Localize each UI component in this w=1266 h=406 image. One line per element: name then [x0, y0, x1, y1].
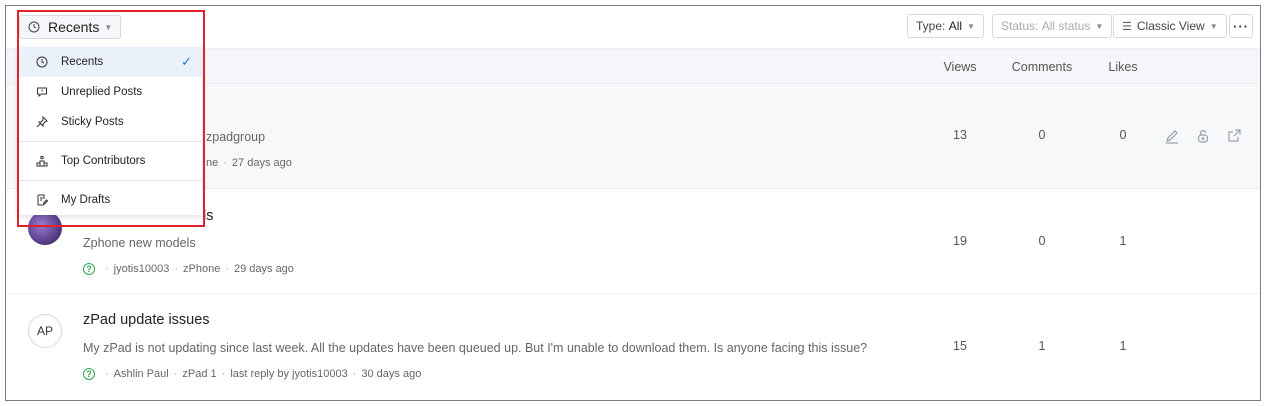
post-time: 27 days ago [231, 157, 292, 169]
meta-separator: · [105, 368, 109, 380]
checkmark-icon: ✓ [181, 54, 192, 69]
post-author[interactable]: Ashlin Paul [114, 368, 169, 380]
lock-icon[interactable] [1195, 128, 1211, 144]
post-time: 29 days ago [233, 263, 294, 275]
post-group[interactable]: zPhone [183, 263, 220, 275]
menu-item-label: Recents [61, 56, 104, 68]
post-meta: ne · 27 days ago [206, 157, 292, 169]
chevron-down-icon: ▼ [104, 22, 113, 32]
view-dropdown-menu: Recents ✓ Unreplied Posts Sticky Posts T… [18, 47, 202, 215]
question-icon: ? [83, 263, 95, 275]
row-actions [1164, 128, 1242, 144]
more-options-button[interactable]: ··· [1229, 14, 1253, 38]
post-meta-partial: ne [206, 157, 219, 169]
menu-item-label: Top Contributors [61, 155, 146, 167]
likes-count: 1 [1119, 234, 1127, 248]
menu-item-label: My Drafts [61, 194, 111, 206]
chevron-down-icon: ▼ [967, 21, 975, 31]
menu-item-unreplied-posts[interactable]: Unreplied Posts [18, 77, 202, 107]
question-icon: ? [83, 368, 95, 380]
meta-separator: · [221, 368, 226, 380]
clock-icon [28, 21, 40, 33]
avatar: AP [28, 314, 62, 348]
comments-count: 0 [1038, 128, 1046, 142]
post-title[interactable]: zPad update issues [83, 312, 210, 328]
meta-separator: · [173, 368, 178, 380]
status-filter-button[interactable]: Status: All status ▼ [992, 14, 1113, 38]
meta-separator: · [352, 368, 357, 380]
chevron-down-icon: ▼ [1209, 21, 1218, 31]
likes-count: 0 [1119, 128, 1127, 142]
likes-column-header[interactable]: Likes [1083, 60, 1163, 74]
type-filter-prefix: Type: [916, 19, 946, 33]
menu-item-my-drafts[interactable]: My Drafts [18, 185, 202, 215]
post-title[interactable]: ls [203, 208, 213, 224]
forum-panel: Type: All ▼ Status: All status ▼ ☰ Class… [5, 5, 1261, 401]
views-count: 15 [953, 339, 967, 353]
draft-icon [35, 193, 49, 207]
type-filter-button[interactable]: Type: All ▼ [907, 14, 984, 38]
type-filter-value: All [948, 19, 963, 33]
views-count: 13 [953, 128, 967, 142]
status-filter-value: All status [1041, 19, 1091, 33]
comments-count: 0 [1038, 234, 1046, 248]
post-row[interactable]: AP zPad update issues My zPad is not upd… [6, 294, 1260, 400]
edit-icon[interactable] [1164, 128, 1180, 144]
open-external-icon[interactable] [1226, 128, 1242, 144]
chat-icon [35, 85, 49, 99]
meta-separator: · [225, 263, 229, 275]
view-selector-label: Recents [48, 19, 100, 35]
post-meta: ? · jyotis10003 · zPhone · 29 days ago [83, 263, 294, 275]
menu-item-label: Sticky Posts [61, 116, 124, 128]
menu-item-sticky-posts[interactable]: Sticky Posts [18, 107, 202, 137]
avatar [28, 211, 62, 245]
views-column-header[interactable]: Views [920, 60, 1000, 74]
view-mode-label: Classic View [1136, 19, 1205, 33]
chevron-down-icon: ▼ [1095, 21, 1104, 31]
post-meta: ? · Ashlin Paul · zPad 1 · last reply by… [83, 368, 421, 380]
post-time: 30 days ago [361, 368, 422, 380]
post-description: Zphone new models [83, 236, 196, 250]
menu-divider [18, 180, 202, 181]
clock-icon [35, 55, 49, 69]
toolbar: Type: All ▼ Status: All status ▼ ☰ Class… [6, 6, 1260, 48]
post-group[interactable]: zPad 1 [182, 368, 216, 380]
post-description: zpadgroup [206, 130, 266, 144]
meta-separator: · [174, 263, 178, 275]
post-last-reply[interactable]: last reply by jyotis10003 [230, 368, 347, 380]
podium-icon [35, 154, 49, 168]
view-mode-button[interactable]: ☰ Classic View ▼ [1113, 14, 1227, 38]
pin-icon [35, 115, 49, 129]
menu-item-top-contributors[interactable]: Top Contributors [18, 146, 202, 176]
comments-count: 1 [1038, 339, 1046, 353]
status-filter-prefix: Status: [1001, 19, 1039, 33]
likes-count: 1 [1119, 339, 1127, 353]
comments-column-header[interactable]: Comments [1002, 60, 1082, 74]
meta-separator: · [105, 263, 109, 275]
post-author[interactable]: jyotis10003 [114, 263, 170, 275]
list-icon: ☰ [1122, 20, 1132, 33]
view-selector-button[interactable]: Recents ▼ [19, 15, 122, 39]
menu-item-label: Unreplied Posts [61, 86, 143, 98]
views-count: 19 [953, 234, 967, 248]
menu-item-recents[interactable]: Recents ✓ [18, 47, 202, 77]
menu-divider [18, 141, 202, 142]
meta-separator: · [223, 157, 227, 169]
post-description: My zPad is not updating since last week.… [83, 341, 868, 355]
